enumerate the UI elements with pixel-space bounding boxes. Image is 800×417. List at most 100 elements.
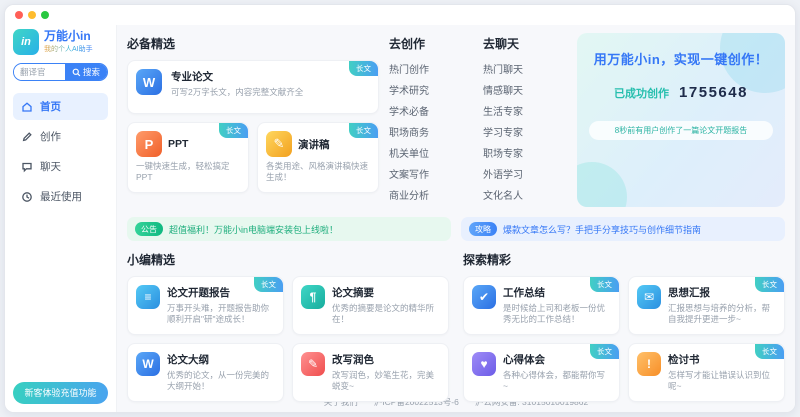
home-icon <box>21 101 33 113</box>
sidebar-item-label: 创作 <box>40 129 61 144</box>
explore-card-reflections[interactable]: 长文 ♥ 心得体会 各种心得体会，都能帮你写~ <box>463 343 620 402</box>
speech-pencil-icon: ✎ <box>266 131 292 157</box>
app-tagline: 我的个人AI助手 <box>44 44 93 54</box>
create-category-link[interactable]: 机关单位 <box>389 144 473 165</box>
ppt-icon: P <box>136 131 162 157</box>
card-desc: 是时候给上司和老板一份优秀无比的工作总结！ <box>503 303 607 326</box>
search-icon <box>72 68 81 77</box>
announcement-text: 超值福利！万能小in电脑端安装包上线啦！ <box>169 223 338 236</box>
app-window: in 万能小in 我的个人AI助手 搜索 首页 <box>4 4 796 413</box>
card-desc: 可写2万字长文，内容完整文献齐全 <box>171 87 303 98</box>
pick-card-proposal[interactable]: 长文 ≡ 论文开题报告 万事开头难，开题报告助你顺利开启"研"途成长！ <box>127 276 284 335</box>
create-category-link[interactable]: 学术必备 <box>389 102 473 123</box>
sidebar-item-label: 最近使用 <box>40 189 82 204</box>
section-essentials: 必备精选 长文 W 专业论文 可写2万字长文，内容完整文献齐全 长文 <box>127 33 379 207</box>
create-category-link[interactable]: 商业分析 <box>389 186 473 207</box>
minimize-window-button[interactable] <box>28 11 36 19</box>
create-category-link[interactable]: 职场商务 <box>389 123 473 144</box>
explore-card-thought-report[interactable]: 长文 ✉ 思想汇报 汇报思想与培养的分析，帮自我提升更进一步~ <box>628 276 785 335</box>
notice-guide[interactable]: 攻略 爆款文章怎么写？手把手分享技巧与创作细节指南 <box>461 217 785 241</box>
section-title-essentials: 必备精选 <box>127 35 379 52</box>
explore-card-work-summary[interactable]: 长文 ✔ 工作总结 是时候给上司和老板一份优秀无比的工作总结！ <box>463 276 620 335</box>
chat-category-link[interactable]: 学习专家 <box>483 123 567 144</box>
pencil-icon <box>21 131 33 143</box>
card-desc: 各种心得体会，都能帮你写~ <box>503 370 607 393</box>
report-icon: ✉ <box>637 285 661 309</box>
chat-bubble-icon <box>21 161 33 173</box>
long-text-badge: 长文 <box>349 123 378 138</box>
heart-icon: ♥ <box>472 352 496 376</box>
app-logo-icon: in <box>13 29 39 55</box>
search-input[interactable] <box>14 64 65 80</box>
app-name: 万能小in <box>44 30 93 43</box>
long-text-badge: 长文 <box>590 344 619 359</box>
sidebar-item-label: 首页 <box>40 99 61 114</box>
new-user-recharge-button[interactable]: 新客体验充值功能 <box>13 382 108 404</box>
card-desc: 各类用途、风格演讲稿快速生成！ <box>266 161 370 184</box>
card-title: PPT <box>168 138 188 150</box>
card-desc: 优秀的摘要是论文的精华所在！ <box>332 303 436 326</box>
maximize-window-button[interactable] <box>41 11 49 19</box>
essential-card-thesis[interactable]: 长文 W 专业论文 可写2万字长文，内容完整文献齐全 <box>127 60 379 114</box>
sidebar-item-chat[interactable]: 聊天 <box>13 153 108 180</box>
word-doc-icon: W <box>136 352 160 376</box>
chat-category-link[interactable]: 生活专家 <box>483 102 567 123</box>
card-desc: 怎样写才能让错误认识到位呢~ <box>668 370 772 393</box>
abstract-icon: ¶ <box>301 285 325 309</box>
section-title-editor-picks: 小编精选 <box>127 251 449 268</box>
chat-category-link[interactable]: 文化名人 <box>483 186 567 207</box>
card-title: 演讲稿 <box>298 137 330 152</box>
warning-icon: ! <box>637 352 661 376</box>
long-text-badge: 长文 <box>254 277 283 292</box>
long-text-badge: 长文 <box>590 277 619 292</box>
announcement-tag: 公告 <box>135 222 163 236</box>
search-bar: 搜索 <box>13 63 108 81</box>
brush-icon: ✎ <box>301 352 325 376</box>
sidebar-item-label: 聊天 <box>40 159 61 174</box>
section-editor-picks: 小编精选 长文 ≡ 论文开题报告 万事开头难，开题报告助你顺利开启"研"途成长！ <box>127 249 449 390</box>
promo-headline: 用万能小in，实现一键创作！ <box>589 49 773 68</box>
essential-card-speech[interactable]: 长文 ✎ 演讲稿 各类用途、风格演讲稿快速生成！ <box>257 122 379 193</box>
sidebar-item-home[interactable]: 首页 <box>13 93 108 120</box>
search-button-label: 搜索 <box>83 66 100 78</box>
section-title-go-create: 去创作 <box>389 35 473 52</box>
card-desc: 万事开头难，开题报告助你顺利开启"研"途成长！ <box>167 303 271 326</box>
promo-ticker: 8秒前有用户创作了一篇论文开题报告 <box>589 121 773 140</box>
sidebar-item-recent[interactable]: 最近使用 <box>13 183 108 210</box>
essential-card-ppt[interactable]: 长文 P PPT 一键快速生成，轻松搞定PPT <box>127 122 249 193</box>
long-text-badge: 长文 <box>349 61 378 76</box>
pick-card-abstract[interactable]: ¶ 论文摘要 优秀的摘要是论文的精华所在！ <box>292 276 449 335</box>
long-text-badge: 长文 <box>755 277 784 292</box>
word-doc-icon: W <box>136 69 162 95</box>
search-button[interactable]: 搜索 <box>65 64 107 80</box>
close-window-button[interactable] <box>15 11 23 19</box>
app-logo: in 万能小in 我的个人AI助手 <box>13 29 108 55</box>
sidebar-menu: 首页 创作 聊天 最近使用 <box>13 93 108 213</box>
card-desc: 一键快速生成，轻松搞定PPT <box>136 161 240 184</box>
promo-stat-value: 1755648 <box>679 84 748 101</box>
long-text-badge: 长文 <box>219 123 248 138</box>
summary-icon: ✔ <box>472 285 496 309</box>
main-content: 必备精选 长文 W 专业论文 可写2万字长文，内容完整文献齐全 长文 <box>117 25 795 412</box>
chat-category-link[interactable]: 热门聊天 <box>483 60 567 81</box>
chat-category-link[interactable]: 外语学习 <box>483 165 567 186</box>
notice-announcement[interactable]: 公告 超值福利！万能小in电脑端安装包上线啦！ <box>127 217 451 241</box>
section-go-chat: 去聊天 热门聊天 情感聊天 生活专家 学习专家 职场专家 外语学习 文化名人 <box>483 33 567 207</box>
chat-category-link[interactable]: 职场专家 <box>483 144 567 165</box>
sidebar-item-create[interactable]: 创作 <box>13 123 108 150</box>
pick-card-polish[interactable]: ✎ 改写润色 改写润色，妙笔生花，完美蜕变~ <box>292 343 449 402</box>
pick-card-outline[interactable]: W 论文大纲 优秀的论文，从一份完美的大纲开始！ <box>127 343 284 402</box>
explore-card-self-criticism[interactable]: 长文 ! 检讨书 怎样写才能让错误认识到位呢~ <box>628 343 785 402</box>
create-category-link[interactable]: 学术研究 <box>389 81 473 102</box>
long-text-badge: 长文 <box>755 344 784 359</box>
card-title: 论文摘要 <box>332 285 436 300</box>
section-title-go-chat: 去聊天 <box>483 35 567 52</box>
create-category-link[interactable]: 热门创作 <box>389 60 473 81</box>
create-category-link[interactable]: 文案写作 <box>389 165 473 186</box>
card-title: 改写润色 <box>332 352 436 367</box>
card-title: 专业论文 <box>171 69 303 84</box>
promo-panel: 用万能小in，实现一键创作！ 已成功创作 1755648 8秒前有用户创作了一篇… <box>577 33 785 207</box>
card-title: 论文大纲 <box>167 352 271 367</box>
chat-category-link[interactable]: 情感聊天 <box>483 81 567 102</box>
card-desc: 优秀的论文，从一份完美的大纲开始！ <box>167 370 271 393</box>
